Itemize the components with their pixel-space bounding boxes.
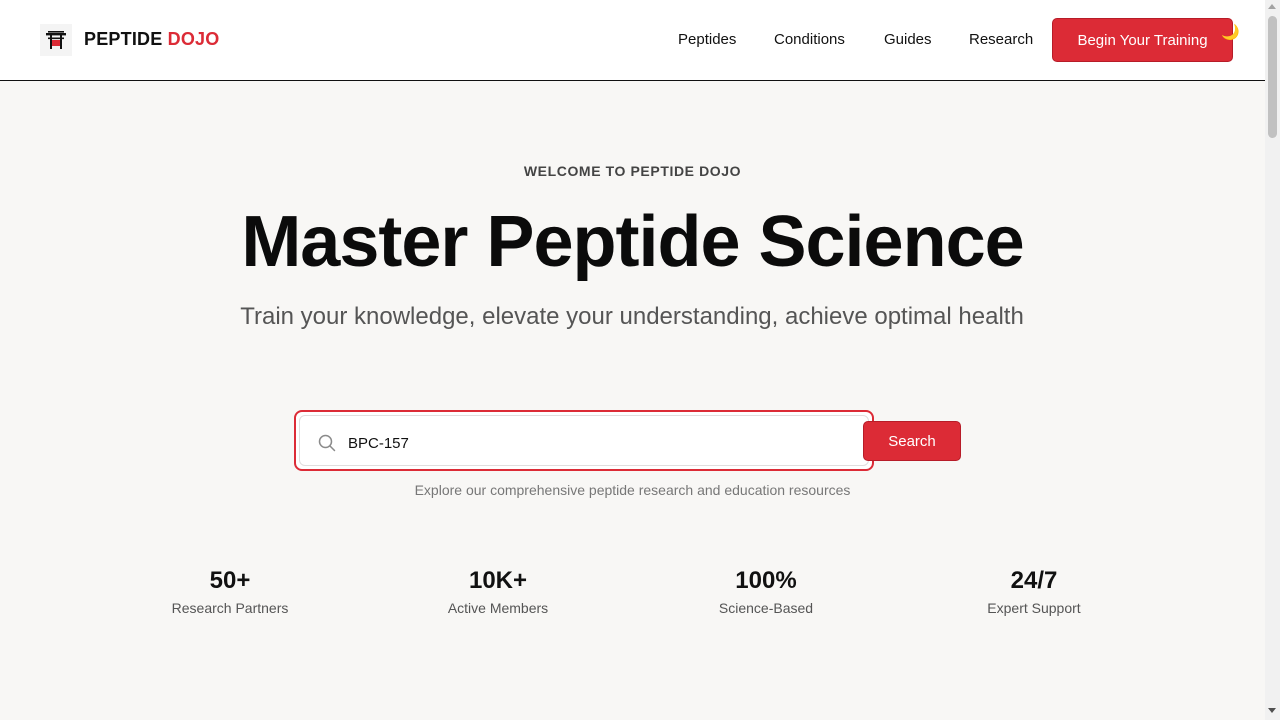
scroll-up-arrow-icon[interactable] xyxy=(1268,4,1276,9)
stat-value: 50+ xyxy=(209,567,251,594)
hero-title: Master Peptide Science xyxy=(241,202,1024,282)
search-button[interactable]: Search xyxy=(863,421,961,461)
nav-guides[interactable]: Guides xyxy=(884,31,932,48)
search-box xyxy=(294,410,874,471)
stat-label: Active Members xyxy=(447,600,549,616)
scroll-thumb[interactable] xyxy=(1268,16,1277,138)
stat-science-based: 100% Science-Based xyxy=(666,566,866,616)
stat-value: 100% xyxy=(735,567,797,594)
site-header: PEPTIDE DOJO Peptides Conditions Guides … xyxy=(0,0,1265,81)
stat-label: Science-Based xyxy=(718,600,814,616)
hero-subtitle: Train your knowledge, elevate your under… xyxy=(240,303,1024,330)
stat-value: 24/7 xyxy=(1010,567,1058,594)
nav-conditions[interactable]: Conditions xyxy=(774,31,845,48)
search-input[interactable] xyxy=(348,426,848,460)
moon-icon[interactable]: 🌙 xyxy=(1221,25,1240,40)
stat-expert-support: 24/7 Expert Support xyxy=(934,566,1134,616)
search-field-frame xyxy=(299,415,869,466)
search-hint: Explore our comprehensive peptide resear… xyxy=(414,482,851,498)
stat-label: Research Partners xyxy=(171,600,289,616)
torii-gate-icon[interactable] xyxy=(40,24,72,56)
stat-research-partners: 50+ Research Partners xyxy=(130,566,330,616)
stat-active-members: 10K+ Active Members xyxy=(398,566,598,616)
search-icon xyxy=(318,434,336,457)
brand-main: PEPTIDE xyxy=(84,29,163,49)
scroll-down-arrow-icon[interactable] xyxy=(1268,708,1276,713)
brand-accent: DOJO xyxy=(167,29,220,49)
brand-wordmark[interactable]: PEPTIDE DOJO xyxy=(84,29,219,50)
hero-eyebrow: WELCOME TO PEPTIDE DOJO xyxy=(523,163,742,179)
nav-research[interactable]: Research xyxy=(969,31,1033,48)
stat-value: 10K+ xyxy=(468,567,528,594)
stat-label: Expert Support xyxy=(987,600,1081,616)
nav-peptides[interactable]: Peptides xyxy=(678,31,736,48)
begin-training-button[interactable]: Begin Your Training xyxy=(1052,18,1233,62)
vertical-scrollbar[interactable] xyxy=(1265,0,1280,720)
